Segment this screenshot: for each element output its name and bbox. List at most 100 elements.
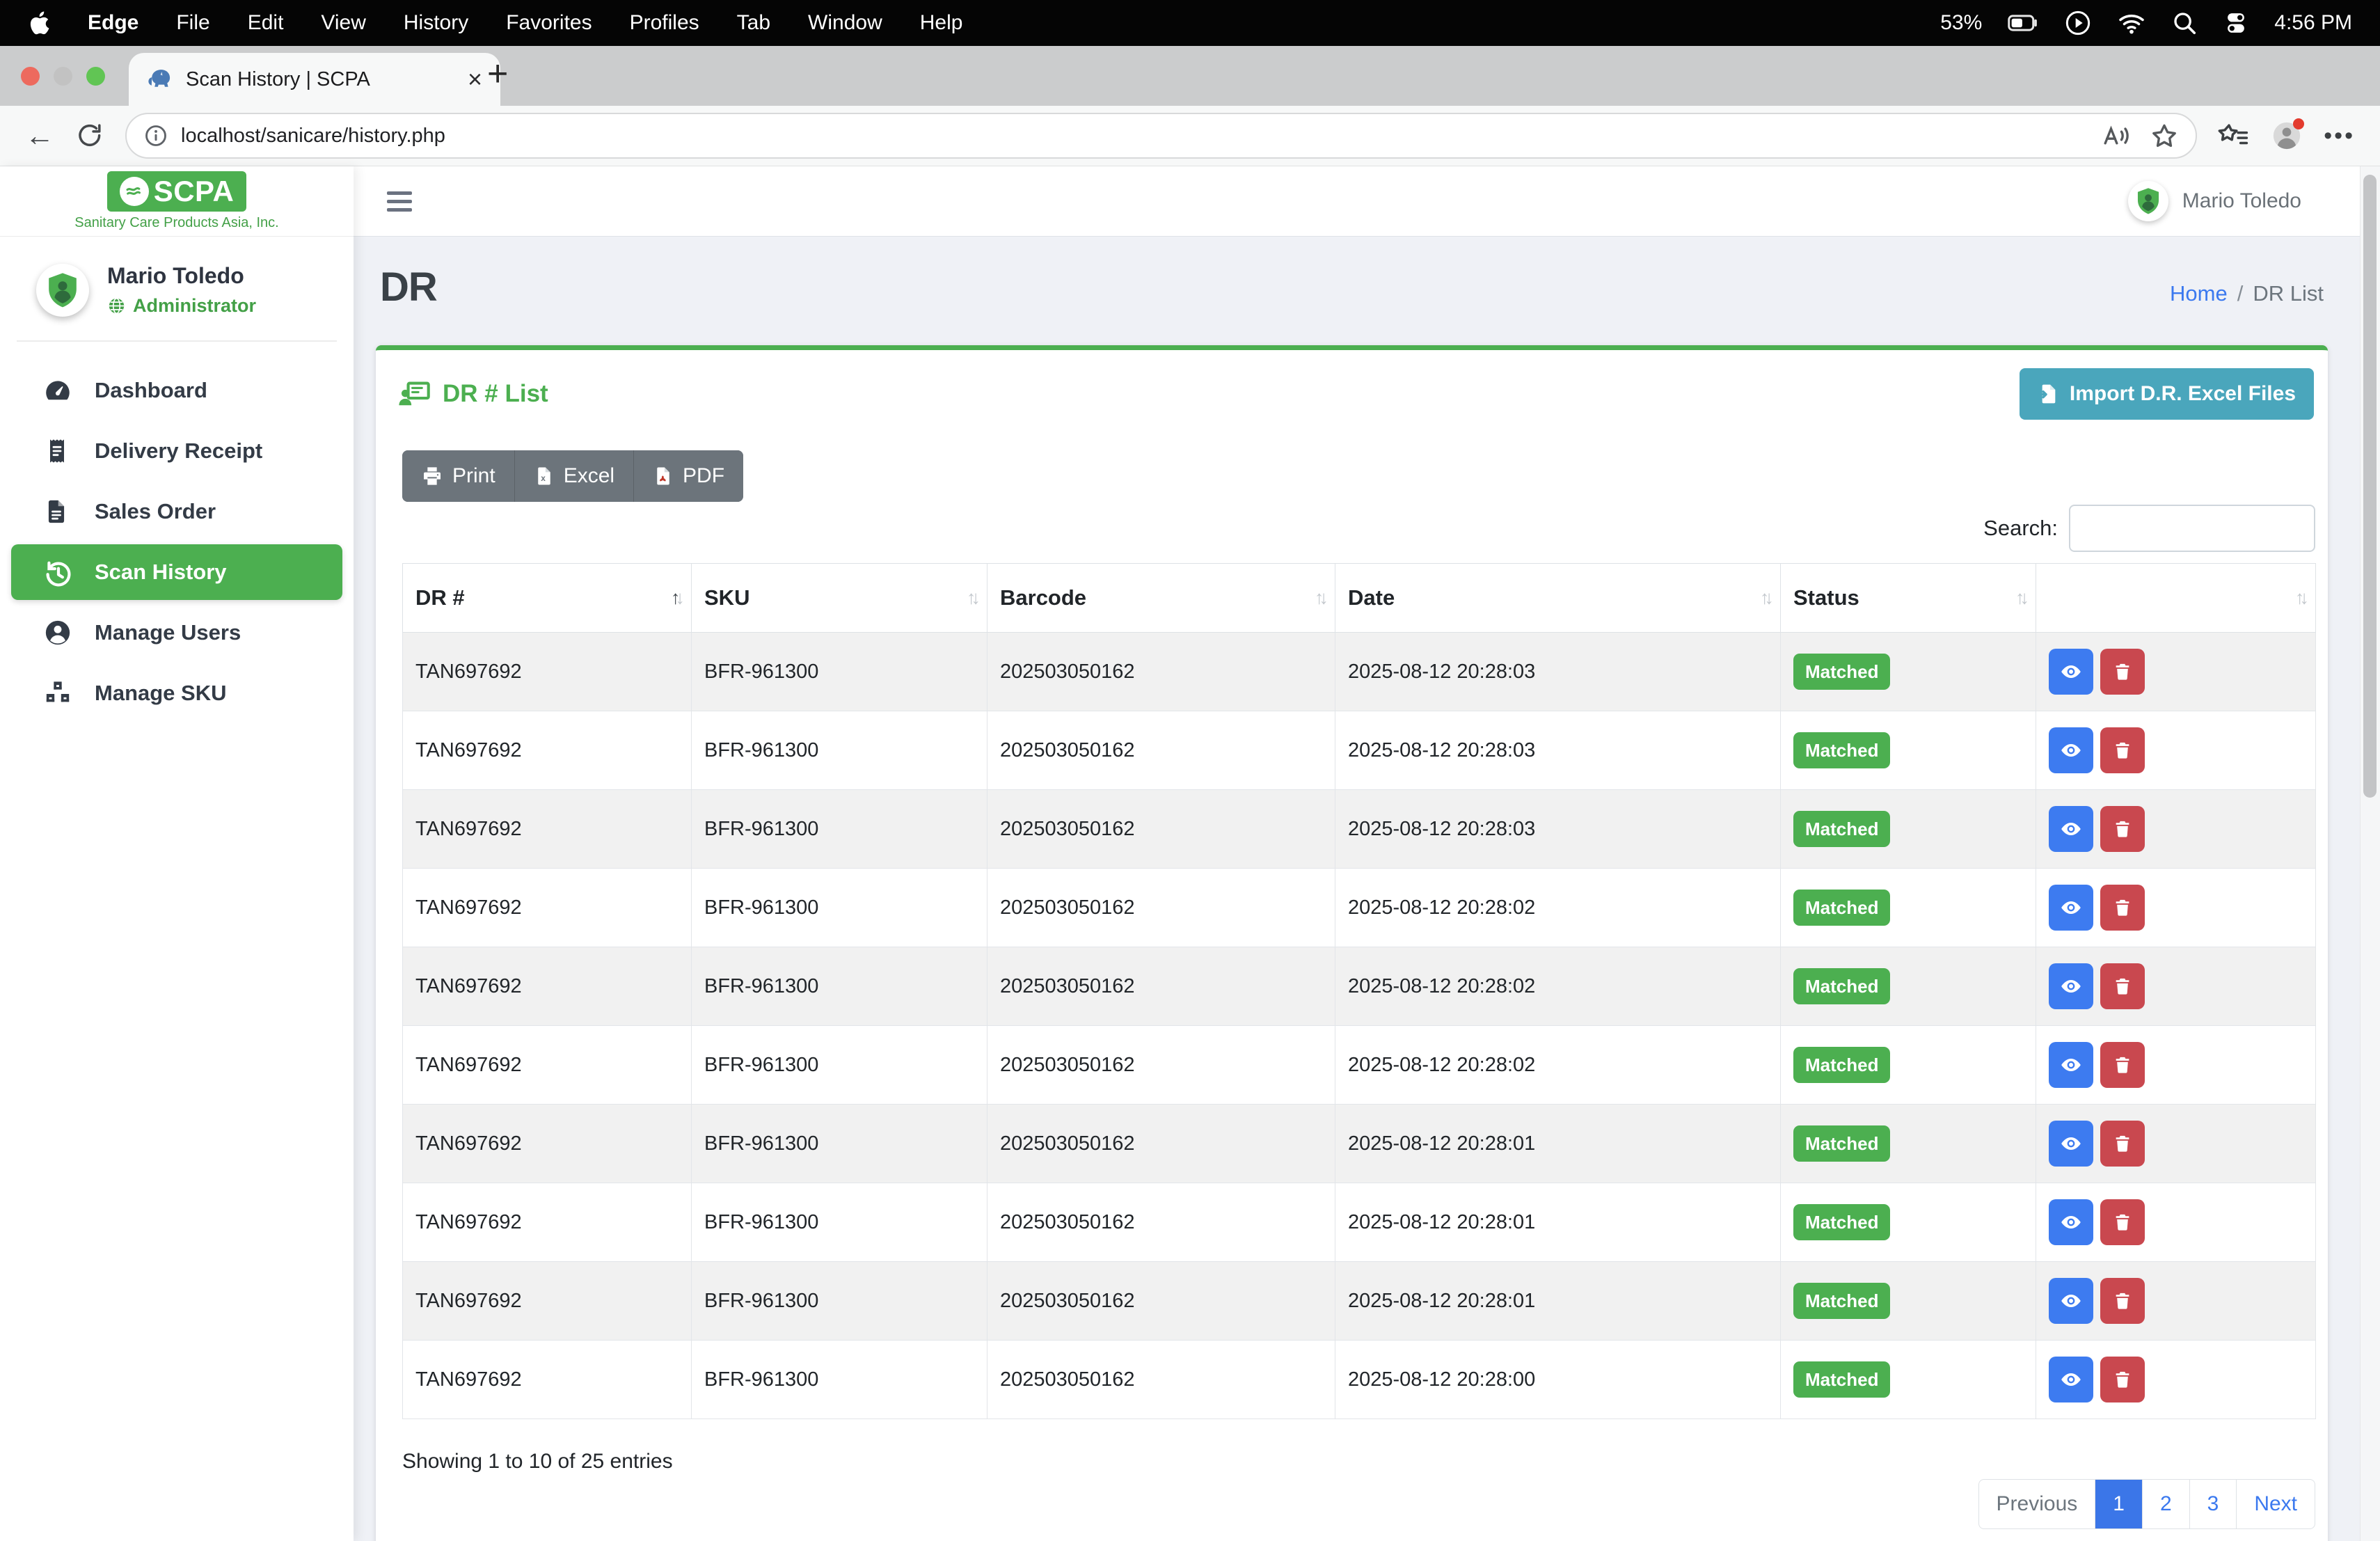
top-navbar: Mario Toledo <box>354 166 2380 237</box>
url-text[interactable]: localhost/sanicare/history.php <box>181 125 445 148</box>
tab-close-icon[interactable]: × <box>468 67 482 92</box>
screen-mirroring-icon[interactable] <box>2064 9 2092 37</box>
collections-icon[interactable] <box>2218 121 2250 150</box>
delete-button[interactable] <box>2100 806 2145 852</box>
view-button[interactable] <box>2049 1357 2093 1402</box>
delete-button[interactable] <box>2100 1121 2145 1167</box>
back-button[interactable]: ← <box>25 121 54 150</box>
apple-menu-icon[interactable] <box>28 10 50 36</box>
page-1[interactable]: 1 <box>2095 1480 2142 1528</box>
sidebar-item-delivery-receipt[interactable]: Delivery Receipt <box>11 423 342 479</box>
sidebar-item-sales-order[interactable]: Sales Order <box>11 484 342 539</box>
screen: Edge File Edit View History Favorites Profile… <box>0 0 2380 1541</box>
sidebar-user-name[interactable]: Mario Toledo <box>107 263 256 289</box>
favorite-star-icon[interactable] <box>2150 121 2179 150</box>
cell-sku: BFR-961300 <box>692 1183 987 1262</box>
tab-favicon <box>147 66 173 93</box>
new-tab-button[interactable]: + <box>487 56 508 92</box>
pdf-button[interactable]: PDF <box>634 450 743 502</box>
sidebar-item-scan-history[interactable]: Scan History <box>11 544 342 600</box>
spotlight-search-icon[interactable] <box>2171 10 2198 36</box>
control-center-icon[interactable] <box>2223 10 2249 36</box>
column-header-sku[interactable]: SKU↑↓ <box>692 564 987 633</box>
address-bar[interactable]: localhost/sanicare/history.php <box>125 113 2197 159</box>
menubar-item-window[interactable]: Window <box>808 11 882 35</box>
view-button[interactable] <box>2049 1199 2093 1245</box>
sidebar-item-dashboard[interactable]: Dashboard <box>11 363 342 418</box>
globe-icon <box>107 297 126 315</box>
view-button[interactable] <box>2049 963 2093 1009</box>
site-info-icon[interactable] <box>143 123 168 148</box>
delete-button[interactable] <box>2100 963 2145 1009</box>
cell-sku: BFR-961300 <box>692 1262 987 1341</box>
wifi-icon[interactable] <box>2117 9 2146 37</box>
delete-button[interactable] <box>2100 1278 2145 1324</box>
view-button[interactable] <box>2049 1042 2093 1088</box>
cell-barcode: 202503050162 <box>987 790 1335 869</box>
column-header-date[interactable]: Date↑↓ <box>1335 564 1781 633</box>
excel-button[interactable]: x Excel <box>515 450 634 502</box>
view-button[interactable] <box>2049 727 2093 773</box>
menubar-item-tab[interactable]: Tab <box>737 11 770 35</box>
page-scrollbar[interactable] <box>2360 166 2380 1541</box>
menubar-item-edit[interactable]: Edit <box>248 11 284 35</box>
delete-button[interactable] <box>2100 1042 2145 1088</box>
cell-dr: TAN697692 <box>403 790 692 869</box>
close-window-button[interactable] <box>21 67 40 86</box>
menubar-item-profiles[interactable]: Profiles <box>630 11 699 35</box>
refresh-button[interactable] <box>75 121 104 150</box>
cell-status: Matched <box>1781 1183 2036 1262</box>
menubar-item-favorites[interactable]: Favorites <box>506 11 592 35</box>
page-2[interactable]: 2 <box>2142 1480 2189 1528</box>
view-button[interactable] <box>2049 806 2093 852</box>
brand-logo[interactable]: SCPA Sanitary Care Products Asia, Inc. <box>0 166 354 237</box>
menubar-item-help[interactable]: Help <box>920 11 963 35</box>
browser-menu-icon[interactable]: ••• <box>2324 123 2355 150</box>
card-header: DR # List Import D.R. Excel Files <box>376 350 2328 435</box>
page-previous[interactable]: Previous <box>1979 1480 2095 1528</box>
delete-button[interactable] <box>2100 727 2145 773</box>
sidebar-item-label: Delivery Receipt <box>95 438 262 464</box>
sidebar-item-label: Manage Users <box>95 620 241 645</box>
cell-date: 2025-08-12 20:28:02 <box>1335 947 1781 1026</box>
delete-button[interactable] <box>2100 885 2145 931</box>
menubar-app-name[interactable]: Edge <box>88 11 138 35</box>
delete-button[interactable] <box>2100 649 2145 695</box>
delete-button[interactable] <box>2100 1357 2145 1402</box>
browser-tab[interactable]: Scan History | SCPA × <box>129 53 500 106</box>
topnav-user[interactable]: Mario Toledo <box>2128 181 2301 221</box>
sidebar-toggle-icon[interactable] <box>387 191 412 212</box>
menubar-item-file[interactable]: File <box>176 11 209 35</box>
search-input[interactable] <box>2069 505 2315 552</box>
cell-actions <box>2036 1183 2316 1262</box>
import-excel-button[interactable]: Import D.R. Excel Files <box>2020 368 2314 420</box>
cell-sku: BFR-961300 <box>692 633 987 711</box>
column-header-dr[interactable]: DR #↑↓ <box>403 564 692 633</box>
zoom-window-button[interactable] <box>86 67 105 86</box>
view-button[interactable] <box>2049 885 2093 931</box>
column-header-barcode[interactable]: Barcode↑↓ <box>987 564 1335 633</box>
minimize-window-button[interactable] <box>54 67 72 86</box>
sidebar-item-manage-sku[interactable]: Manage SKU <box>11 665 342 721</box>
read-aloud-icon[interactable] <box>2101 122 2132 150</box>
view-button[interactable] <box>2049 649 2093 695</box>
delete-button[interactable] <box>2100 1199 2145 1245</box>
breadcrumb-home-link[interactable]: Home <box>2170 281 2228 306</box>
menubar-clock[interactable]: 4:56 PM <box>2274 11 2352 35</box>
menubar-item-history[interactable]: History <box>404 11 468 35</box>
column-header-actions[interactable]: ↑↓ <box>2036 564 2316 633</box>
scrollbar-thumb[interactable] <box>2363 175 2377 798</box>
print-button[interactable]: Print <box>402 450 515 502</box>
view-button[interactable] <box>2049 1278 2093 1324</box>
page-next[interactable]: Next <box>2236 1480 2315 1528</box>
page-3[interactable]: 3 <box>2189 1480 2237 1528</box>
sidebar-item-label: Scan History <box>95 560 227 585</box>
cell-date: 2025-08-12 20:28:03 <box>1335 711 1781 790</box>
view-button[interactable] <box>2049 1121 2093 1167</box>
sidebar-item-manage-users[interactable]: Manage Users <box>11 605 342 661</box>
column-header-status[interactable]: Status↑↓ <box>1781 564 2036 633</box>
cell-barcode: 202503050162 <box>987 633 1335 711</box>
cell-date: 2025-08-12 20:28:01 <box>1335 1262 1781 1341</box>
browser-profile-avatar[interactable] <box>2271 120 2303 152</box>
menubar-item-view[interactable]: View <box>321 11 365 35</box>
